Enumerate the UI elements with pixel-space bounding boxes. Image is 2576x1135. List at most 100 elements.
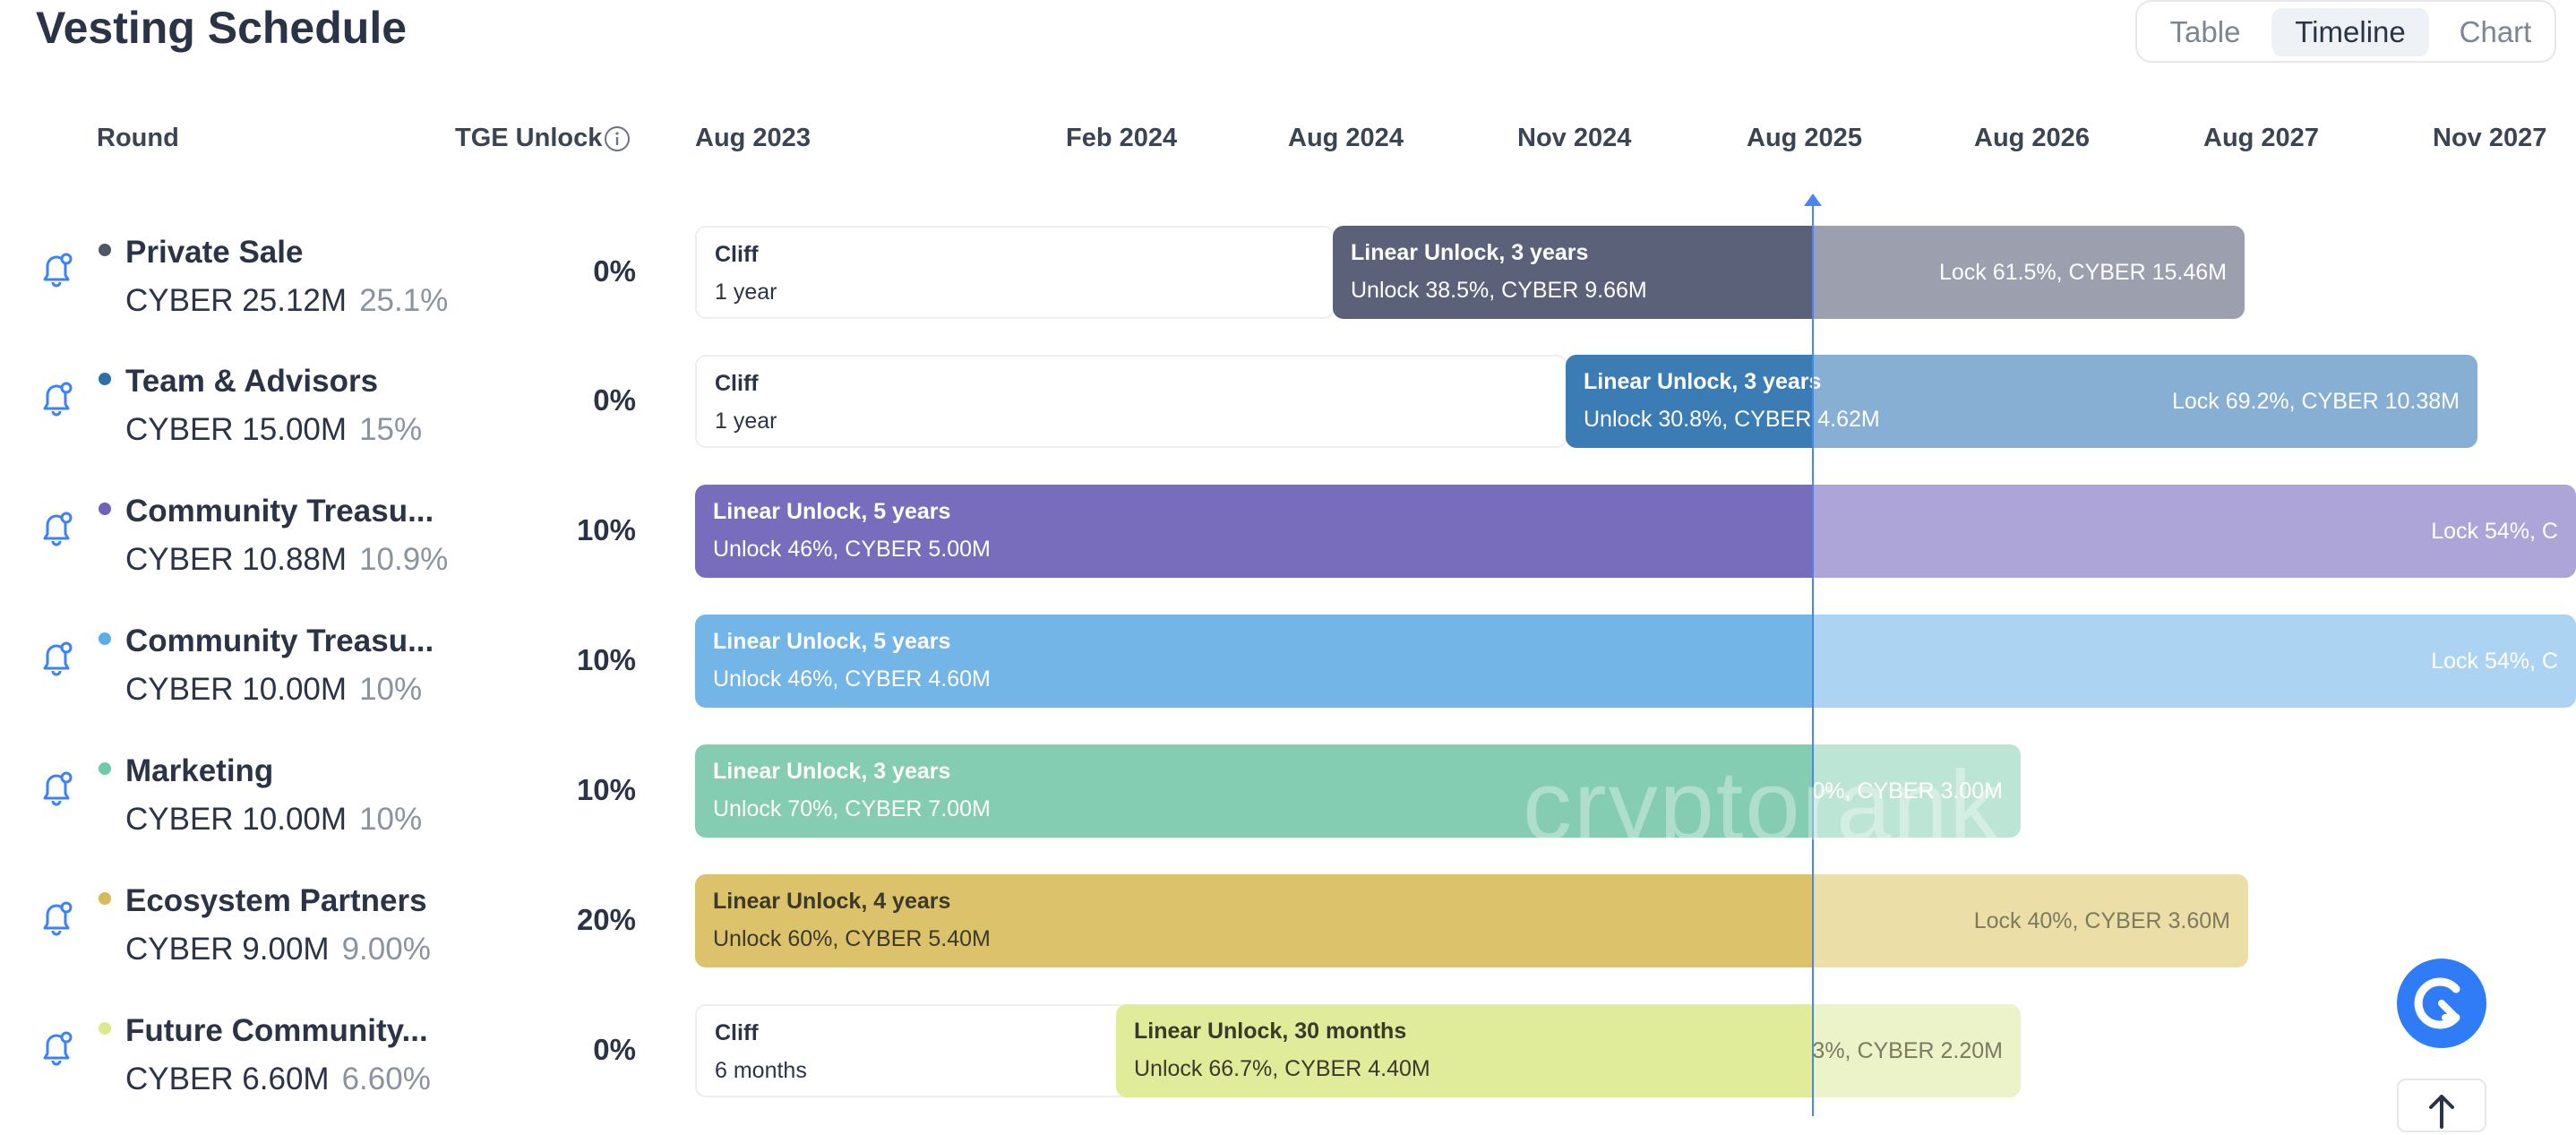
timeline-month-label: Aug 2025 [1747,124,1862,152]
linear-unlock-bar[interactable]: Linear Unlock, 30 months Unlock 66.7%, CY… [1116,1004,1813,1097]
timeline-month-label: Aug 2024 [1288,124,1404,152]
round-amount-value: CYBER 10.00M [125,802,348,837]
timeline-month-label: Nov 2024 [1517,124,1632,152]
round-name[interactable]: Community Treasu... [125,623,434,659]
cliff-bar[interactable]: Cliff 6 months [695,1004,1134,1097]
round-amount: CYBER 9.00M 9.00% [125,932,431,967]
round-color-dot [99,632,111,645]
round-share-percent: 9.00% [341,932,431,967]
cliff-title: Cliff [715,242,759,267]
round-share-percent: 10% [359,802,423,837]
unlock-title: Linear Unlock, 5 years [713,629,951,654]
cliff-duration: 1 year [715,279,777,305]
round-amount-value: CYBER 10.00M [125,672,348,707]
tab-chart[interactable]: Chart [2442,8,2549,56]
unlock-detail: Unlock 60%, CYBER 5.40M [713,926,991,951]
cliff-bar[interactable]: Cliff 1 year [695,226,1335,319]
round-amount-value: CYBER 6.60M [125,1062,330,1096]
cryptorank-logo-icon[interactable] [2397,959,2486,1048]
lock-bar-label: Lock 40%, CYBER 3.60M [1973,908,2230,933]
linear-unlock-bar[interactable]: Linear Unlock, 4 years Unlock 60%, CYBER … [695,874,1813,967]
unlock-detail: Unlock 46%, CYBER 4.60M [713,666,991,692]
round-color-dot [99,503,111,515]
lock-bar[interactable]: Lock 40%, CYBER 3.60M [1795,874,2248,967]
unlock-detail: Unlock 46%, CYBER 5.00M [713,537,991,562]
lock-bar[interactable]: Lock 33.3%, CYBER 2.20M [1795,1004,2021,1097]
column-tge-unlock: TGE Unlock [455,124,603,152]
lock-bar[interactable]: Lock 69.2%, CYBER 10.38M [1795,355,2477,448]
lock-bar[interactable]: Lock 61.5%, CYBER 15.46M [1795,226,2245,319]
round-amount-value: CYBER 25.12M [125,283,348,318]
timeline-month-label: Nov 2027 [2433,124,2547,152]
bell-alert-icon[interactable] [36,249,77,290]
cliff-title: Cliff [715,1020,759,1045]
round-name[interactable]: Private Sale [125,235,303,271]
round-amount: CYBER 6.60M 6.60% [125,1062,431,1097]
bell-alert-icon[interactable] [36,378,77,419]
round-color-dot [99,373,111,385]
bell-alert-icon[interactable] [36,898,77,939]
round-share-percent: 15% [359,412,423,447]
linear-unlock-bar[interactable]: Linear Unlock, 5 years Unlock 46%, CYBER … [695,615,1813,708]
round-amount-value: CYBER 15.00M [125,412,348,447]
unlock-title: Linear Unlock, 3 years [1351,240,1589,265]
bell-alert-icon[interactable] [36,768,77,809]
timeline-month-label: Aug 2027 [2203,124,2319,152]
lock-bar-label: Lock 54%, C [2431,649,2558,674]
round-name[interactable]: Future Community... [125,1013,428,1049]
round-name[interactable]: Ecosystem Partners [125,883,427,919]
round-color-dot [99,244,111,256]
unlock-title: Linear Unlock, 3 years [713,759,951,784]
unlock-title: Linear Unlock, 4 years [713,889,951,914]
unlock-title: Linear Unlock, 5 years [713,499,951,524]
tab-timeline[interactable]: Timeline [2271,8,2429,56]
round-color-dot [99,1022,111,1035]
unlock-title: Linear Unlock, 30 months [1134,1019,1407,1044]
tge-unlock-value: 0% [593,254,636,288]
round-amount: CYBER 15.00M 15% [125,412,422,448]
tge-unlock-value: 10% [576,513,636,546]
lock-bar[interactable]: Lock 54%, C [1795,615,2576,708]
linear-unlock-bar[interactable]: Linear Unlock, 5 years Unlock 46%, CYBER … [695,485,1813,578]
bell-alert-icon[interactable] [36,1028,77,1069]
timeline-month-label: Aug 2026 [1974,124,2090,152]
round-share-percent: 6.60% [341,1062,431,1096]
round-amount-value: CYBER 10.88M [125,542,348,577]
round-share-percent: 25.1% [359,283,449,318]
tab-table[interactable]: Table [2151,8,2259,56]
unlock-detail: Unlock 38.5%, CYBER 9.66M [1351,278,1647,303]
cliff-duration: 1 year [715,408,777,434]
round-amount: CYBER 25.12M 25.1% [125,283,448,319]
lock-bar-label: Lock 69.2%, CYBER 10.38M [2172,389,2460,414]
arrow-up-icon [2429,1095,2454,1129]
timeline-month-label: Feb 2024 [1066,124,1178,152]
linear-unlock-bar[interactable]: Linear Unlock, 3 years Unlock 38.5%, CYBE… [1333,226,1813,319]
tge-unlock-value: 0% [593,1033,636,1066]
round-color-dot [99,892,111,905]
round-color-dot [99,762,111,775]
bell-alert-icon[interactable] [36,638,77,679]
round-amount: CYBER 10.88M 10.9% [125,542,448,578]
bell-alert-icon[interactable] [36,508,77,549]
cliff-bar[interactable]: Cliff 1 year [695,355,1567,448]
lock-bar-label: Lock 54%, C [2431,519,2558,544]
round-name[interactable]: Community Treasu... [125,494,434,529]
page-title: Vesting Schedule [36,3,408,53]
linear-unlock-bar[interactable]: Linear Unlock, 3 years Unlock 30.8%, CYBE… [1566,355,1880,448]
cliff-title: Cliff [715,371,759,396]
round-name[interactable]: Marketing [125,753,273,789]
unlock-title: Linear Unlock, 3 years [1584,369,1822,394]
today-marker-line [1812,202,1814,1116]
info-icon[interactable] [604,125,631,152]
lock-bar[interactable]: Lock 54%, C [1795,485,2576,578]
round-name[interactable]: Team & Advisors [125,364,378,400]
lock-bar-label: Lock 61.5%, CYBER 15.46M [1939,260,2227,285]
timeline-month-label: Aug 2023 [695,124,811,152]
round-amount-value: CYBER 9.00M [125,932,330,967]
round-share-percent: 10.9% [359,542,449,577]
column-round: Round [97,124,179,152]
tge-unlock-value: 0% [593,383,636,417]
unlock-detail: Unlock 66.7%, CYBER 4.40M [1134,1056,1430,1081]
round-share-percent: 10% [359,672,423,707]
scroll-to-top-button[interactable] [2397,1079,2486,1132]
